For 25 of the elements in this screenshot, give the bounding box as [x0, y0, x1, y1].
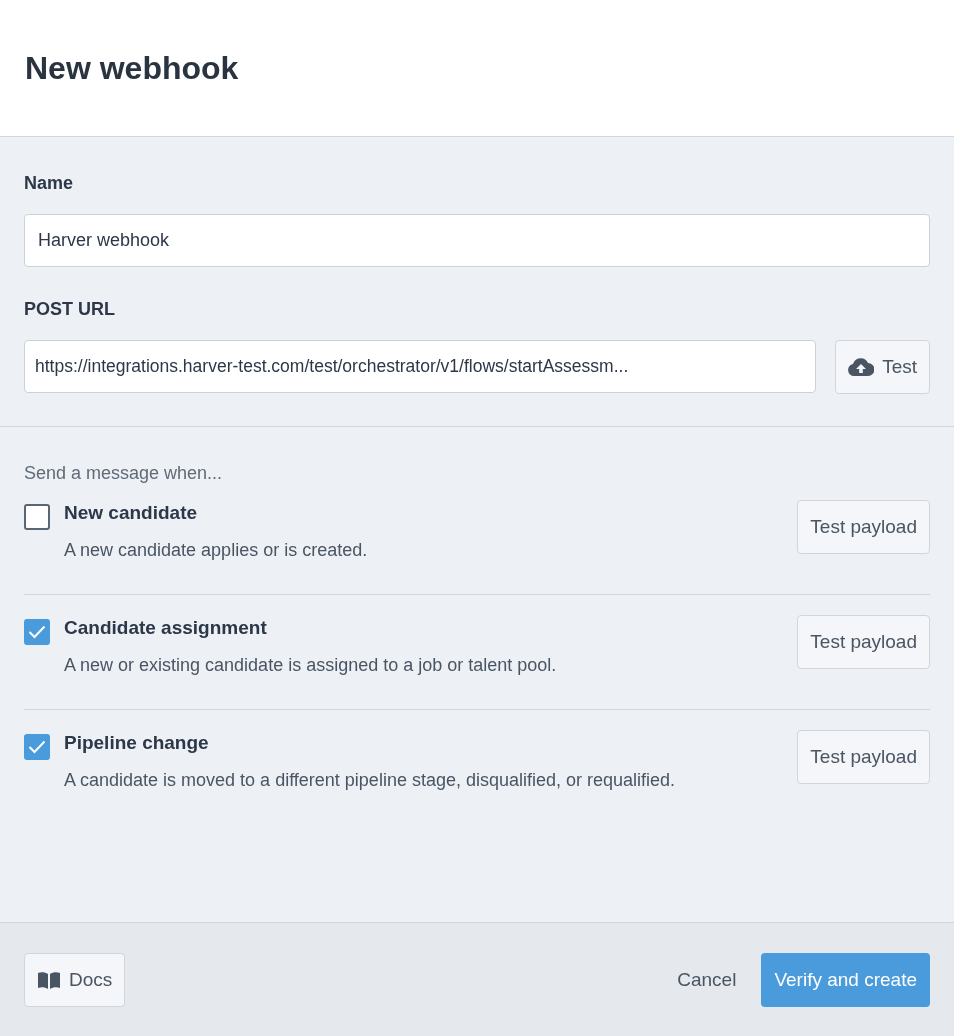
cloud-upload-icon — [848, 358, 875, 376]
test-button[interactable]: Test — [835, 340, 930, 394]
test-payload-button[interactable]: Test payload — [797, 615, 930, 669]
check-icon — [28, 740, 46, 754]
field-label: POST URL — [24, 299, 116, 320]
book-icon — [37, 969, 61, 990]
check-icon — [28, 625, 46, 639]
field-label: Name — [24, 173, 75, 194]
checkbox[interactable] — [24, 504, 50, 530]
test-payload-button[interactable]: Test payload — [797, 730, 930, 784]
url-field[interactable]: https://integrations.harver-test.com/test/orchestrator/v1/flows/startAssessm... — [24, 340, 817, 393]
test-payload-button[interactable]: Test payload — [797, 500, 930, 554]
cancel-button[interactable]: Cancel — [677, 968, 737, 991]
checkbox[interactable] — [24, 734, 50, 760]
name-field[interactable]: Harver webhook — [24, 214, 930, 267]
event-description: A new or existing candidate is assigned to a job or talent pool. — [64, 654, 557, 677]
section-hint: Send a message when... — [24, 463, 224, 484]
event-title: Candidate assignment — [64, 616, 268, 640]
checkbox[interactable] — [24, 619, 50, 645]
event-description: A candidate is moved to a different pipeline stage, disqualified, or requalified. — [64, 769, 676, 792]
event-title: New candidate — [64, 501, 199, 525]
docs-button[interactable]: Docs — [24, 952, 126, 1007]
event-description: A new candidate applies or is created. — [64, 539, 368, 562]
event-title: Pipeline change — [64, 731, 210, 755]
dialog-title: New webhook — [25, 49, 239, 87]
